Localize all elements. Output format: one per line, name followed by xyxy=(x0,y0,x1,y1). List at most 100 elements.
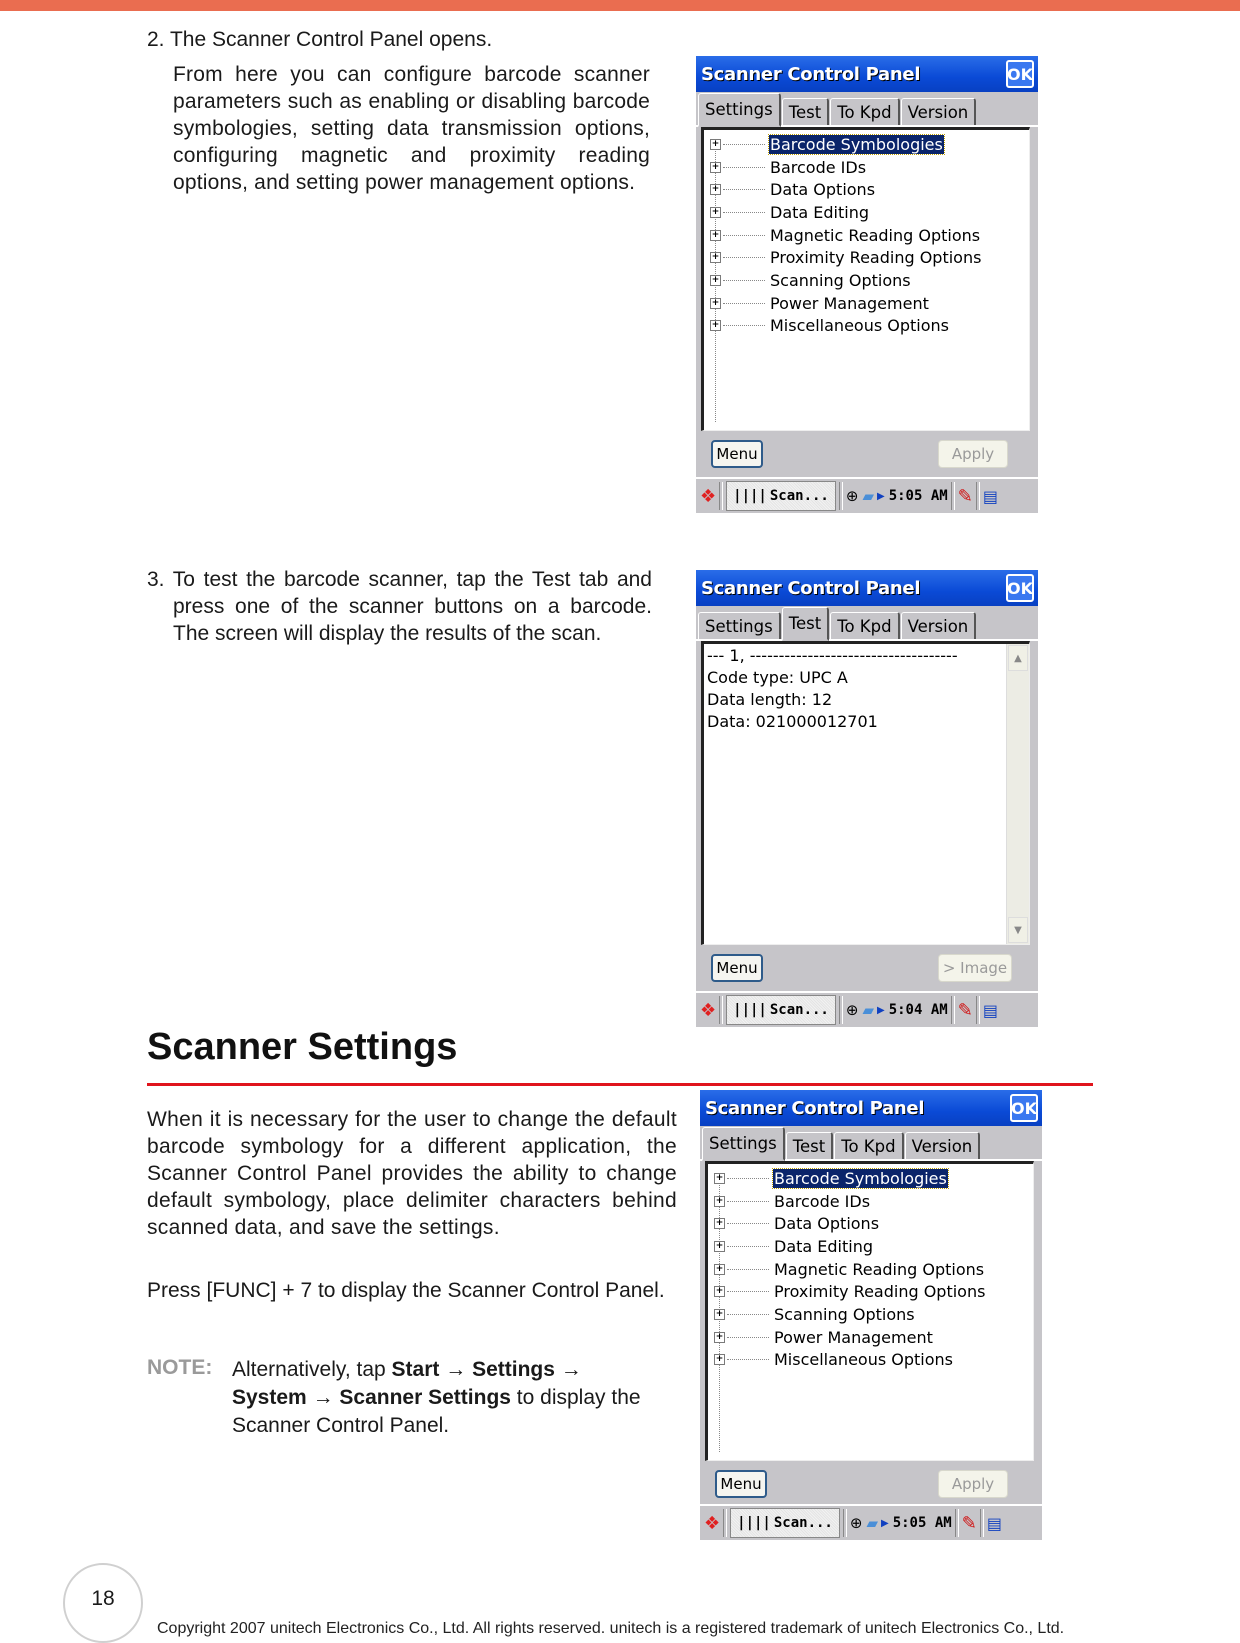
tree-label: Proximity Reading Options xyxy=(774,1282,986,1302)
tree-item[interactable]: + Data Editing xyxy=(714,1235,1033,1258)
expand-icon[interactable]: + xyxy=(714,1218,725,1230)
network-icon[interactable]: ▰ xyxy=(866,1514,878,1532)
tree-item[interactable]: + Miscellaneous Options xyxy=(714,1349,1033,1372)
apply-button[interactable]: Apply xyxy=(938,1470,1008,1498)
tab-version[interactable]: Version xyxy=(900,98,977,125)
tree-item[interactable]: + Magnetic Reading Options xyxy=(714,1258,1033,1281)
tab-test[interactable]: Test xyxy=(781,98,830,125)
expand-icon[interactable]: + xyxy=(710,320,721,332)
top-accent-bar xyxy=(0,0,1240,11)
taskbar: ❖ |||| Scan... ⊕ ▰ ▶ 5:04 AM ✎ ▤ xyxy=(696,991,1038,1027)
expand-icon[interactable]: + xyxy=(714,1240,725,1252)
tree-item[interactable]: + Power Management xyxy=(710,292,1029,315)
note-text: Alternatively, tap Start → Settings → Sys… xyxy=(232,1356,652,1440)
taskbar-app-button[interactable]: |||| Scan... xyxy=(726,995,836,1025)
tab-bar: Settings Test To Kpd Version xyxy=(700,1126,1042,1161)
tree-item[interactable]: + Proximity Reading Options xyxy=(710,246,1029,269)
tab-to-kpd[interactable]: To Kpd xyxy=(830,98,900,125)
tree-item[interactable]: + Miscellaneous Options xyxy=(710,315,1029,338)
input-panel-icon[interactable]: ⊕ xyxy=(846,1001,859,1019)
copyright-text: Copyright 2007 unitech Electronics Co., … xyxy=(157,1620,1065,1637)
tree-item[interactable]: + Scanning Options xyxy=(714,1303,1033,1326)
tree-item[interactable]: + Data Options xyxy=(710,178,1029,201)
tree-item[interactable]: + Barcode IDs xyxy=(710,156,1029,179)
apply-button[interactable]: Apply xyxy=(938,440,1008,468)
expand-icon[interactable]: + xyxy=(714,1263,725,1275)
tree-label: Barcode IDs xyxy=(774,1191,871,1211)
tree-item[interactable]: + Barcode Symbologies xyxy=(710,133,1029,156)
clock[interactable]: 5:05 AM xyxy=(889,488,948,504)
expand-icon[interactable]: + xyxy=(710,229,721,241)
ok-button[interactable]: OK xyxy=(1006,574,1034,602)
network-icon[interactable]: ▰ xyxy=(862,1001,874,1019)
tree-item[interactable]: + Magnetic Reading Options xyxy=(710,224,1029,247)
expand-icon[interactable]: + xyxy=(710,297,721,309)
arrow-icon: → xyxy=(560,1358,582,1381)
menu-button[interactable]: Menu xyxy=(711,440,763,468)
expand-icon[interactable]: + xyxy=(714,1286,725,1298)
taskbar-app-button[interactable]: |||| Scan... xyxy=(726,481,836,511)
pen-icon[interactable]: ✎ xyxy=(958,486,973,507)
tab-settings[interactable]: Settings xyxy=(702,1127,785,1161)
menu-button[interactable]: Menu xyxy=(711,954,763,982)
tree-item[interactable]: + Data Editing xyxy=(710,201,1029,224)
pen-icon[interactable]: ✎ xyxy=(958,1000,973,1021)
start-icon[interactable]: ❖ xyxy=(700,1000,716,1021)
expand-icon[interactable]: + xyxy=(714,1195,725,1207)
taskbar-app-button[interactable]: |||| Scan... xyxy=(730,1508,840,1538)
windows-icon[interactable]: ▤ xyxy=(983,1001,998,1020)
image-button[interactable]: > Image xyxy=(938,954,1012,982)
tab-settings[interactable]: Settings xyxy=(698,612,781,639)
tab-test[interactable]: Test xyxy=(781,607,830,641)
tab-to-kpd[interactable]: To Kpd xyxy=(830,612,900,639)
scroll-down-icon[interactable]: ▼ xyxy=(1008,917,1028,943)
tree-item[interactable]: + Barcode Symbologies xyxy=(714,1167,1033,1190)
expand-icon[interactable]: + xyxy=(710,206,721,218)
tree-item[interactable]: + Data Options xyxy=(714,1212,1033,1235)
tree-item[interactable]: + Barcode IDs xyxy=(714,1190,1033,1213)
tree-item[interactable]: + Scanning Options xyxy=(710,269,1029,292)
tree-item[interactable]: + Proximity Reading Options xyxy=(714,1280,1033,1303)
expand-icon[interactable]: + xyxy=(710,184,721,196)
expand-icon[interactable]: + xyxy=(710,252,721,264)
expand-icon[interactable]: + xyxy=(714,1172,725,1184)
note-path-system: System xyxy=(232,1386,307,1409)
windows-icon[interactable]: ▤ xyxy=(987,1514,1002,1533)
screenshot-test-tab: Scanner Control Panel OK Settings Test T… xyxy=(696,570,1038,1027)
start-icon[interactable]: ❖ xyxy=(704,1513,720,1534)
tab-version[interactable]: Version xyxy=(904,1132,981,1159)
screenshot-settings-tab: Scanner Control Panel OK Settings Test T… xyxy=(696,56,1038,513)
expand-icon[interactable]: + xyxy=(710,161,721,173)
arrow-right-icon: ▶ xyxy=(877,490,885,502)
clock[interactable]: 5:04 AM xyxy=(889,1002,948,1018)
scan-output-area[interactable]: --- 1, ---------------------------------… xyxy=(701,641,1030,945)
clock[interactable]: 5:05 AM xyxy=(893,1515,952,1531)
ok-button[interactable]: OK xyxy=(1006,60,1034,88)
expand-icon[interactable]: + xyxy=(710,274,721,286)
tab-version[interactable]: Version xyxy=(900,612,977,639)
expand-icon[interactable]: + xyxy=(710,138,721,150)
windows-icon[interactable]: ▤ xyxy=(983,487,998,506)
expand-icon[interactable]: + xyxy=(714,1331,725,1343)
menu-button[interactable]: Menu xyxy=(715,1470,767,1498)
pen-icon[interactable]: ✎ xyxy=(962,1513,977,1534)
vertical-scrollbar[interactable]: ▲ ▼ xyxy=(1006,644,1029,944)
expand-icon[interactable]: + xyxy=(714,1354,725,1366)
tab-to-kpd[interactable]: To Kpd xyxy=(834,1132,904,1159)
scroll-up-icon[interactable]: ▲ xyxy=(1008,645,1028,671)
tab-settings[interactable]: Settings xyxy=(698,93,781,127)
start-icon[interactable]: ❖ xyxy=(700,486,716,507)
network-icon[interactable]: ▰ xyxy=(862,487,874,505)
step-2-body: From here you can configure barcode scan… xyxy=(173,63,650,194)
tree-item[interactable]: + Power Management xyxy=(714,1326,1033,1349)
tree-label: Data Options xyxy=(774,1214,880,1234)
tree-label: Proximity Reading Options xyxy=(770,248,982,268)
note-path-start: Start xyxy=(391,1358,440,1381)
input-panel-icon[interactable]: ⊕ xyxy=(846,487,859,505)
ok-button[interactable]: OK xyxy=(1010,1094,1038,1122)
scan-output-line: Code type: UPC A xyxy=(707,668,848,687)
expand-icon[interactable]: + xyxy=(714,1308,725,1320)
section-divider xyxy=(147,1083,1093,1086)
tab-test[interactable]: Test xyxy=(785,1132,834,1159)
input-panel-icon[interactable]: ⊕ xyxy=(850,1514,863,1532)
